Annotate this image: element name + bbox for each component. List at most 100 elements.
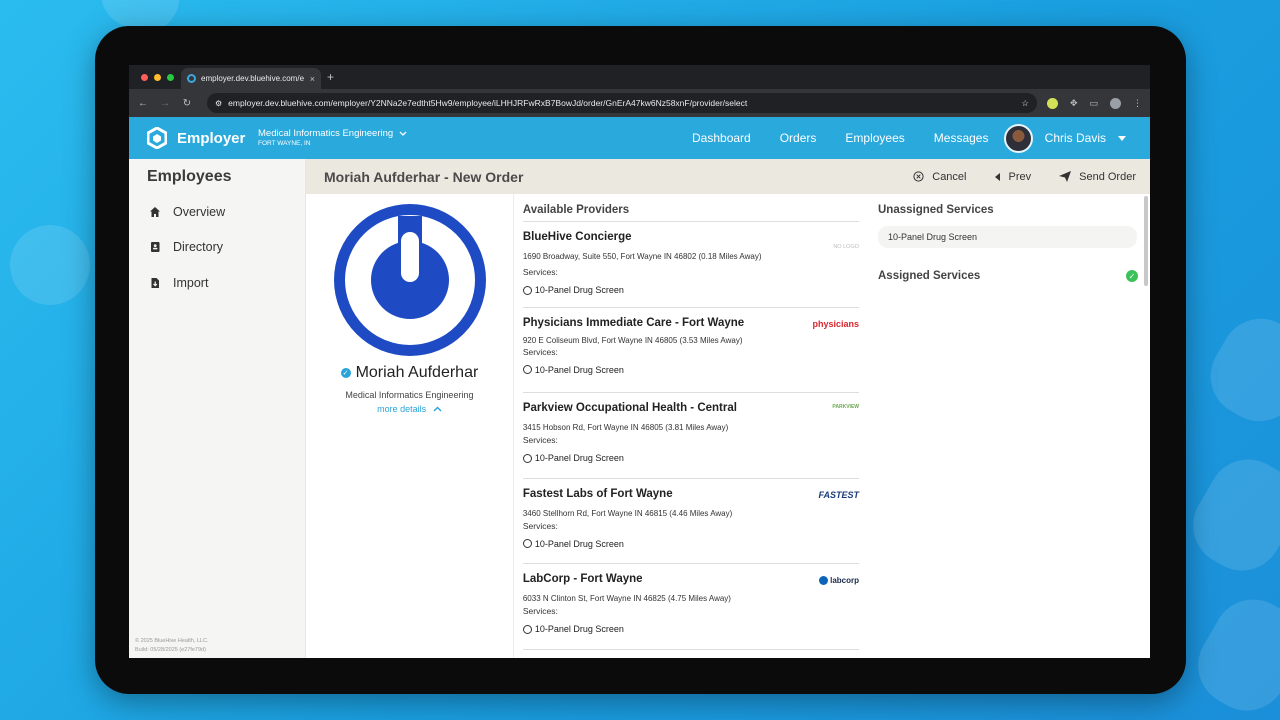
service-name: 10-Panel Drug Screen xyxy=(534,364,624,375)
service-option[interactable]: 10-Panel Drug Screen xyxy=(522,453,859,463)
minimize-window-button[interactable] xyxy=(154,73,161,81)
new-tab-button[interactable]: + xyxy=(327,70,334,84)
radio-button[interactable] xyxy=(522,285,532,295)
sidebar-item-label: Overview xyxy=(173,204,226,219)
assigned-services-header: Assigned Services ✓ xyxy=(878,270,1138,282)
provider-name: Fastest Labs of Fort Wayne xyxy=(522,487,673,500)
radio-button[interactable] xyxy=(522,365,532,374)
radio-button[interactable] xyxy=(522,539,532,548)
service-option[interactable]: 10-Panel Drug Screen xyxy=(522,539,859,549)
bookmark-star-icon[interactable]: ☆ xyxy=(1021,98,1029,109)
tab-bar: employer.dev.bluehive.com/e × + xyxy=(129,65,1150,89)
more-details-label: more details xyxy=(377,404,427,414)
caret-left-icon xyxy=(994,172,1000,181)
services-label: Services: xyxy=(522,346,558,357)
browser-tab[interactable]: employer.dev.bluehive.com/e × xyxy=(181,68,321,89)
cancel-button[interactable]: Cancel xyxy=(913,170,967,183)
app-logo[interactable]: Employer xyxy=(129,127,264,149)
url-field[interactable]: ⚙ employer.dev.bluehive.com/employer/Y2N… xyxy=(207,93,1037,113)
puzzle-icon[interactable]: ✥ xyxy=(1070,98,1078,109)
sidebar-item-label: Import xyxy=(173,275,209,290)
menu-dots-icon[interactable]: ⋮ xyxy=(1133,98,1142,109)
maximize-window-button[interactable] xyxy=(167,73,174,81)
sidebar: Employees Overview Directory Import © 20… xyxy=(129,159,306,658)
employee-profile: ✓ Moriah Aufderhar Medical Informatics E… xyxy=(306,194,514,658)
sidebar-item-overview[interactable]: Overview xyxy=(129,194,305,230)
nav-employees[interactable]: Employees xyxy=(845,131,904,145)
employee-name: Moriah Aufderhar xyxy=(355,364,479,381)
provider-card[interactable]: LabCorp - Fort Wayne 6033 N Clinton St, … xyxy=(522,564,859,650)
chevron-down-icon xyxy=(399,131,407,136)
reload-icon[interactable]: ↻ xyxy=(181,98,193,109)
radio-button[interactable] xyxy=(522,624,532,634)
provider-logo: physicians xyxy=(812,318,859,329)
sidebar-item-directory[interactable]: Directory xyxy=(129,230,305,266)
provider-card[interactable]: Physicians Immediate Care - Fort Wayne 9… xyxy=(522,308,859,393)
provider-card[interactable]: Parkview Occupational Health - Central 3… xyxy=(522,393,859,479)
bluehive-favicon-icon xyxy=(187,74,196,83)
scrollbar[interactable] xyxy=(1144,196,1148,286)
nav-dashboard[interactable]: Dashboard xyxy=(692,131,751,145)
employee-avatar xyxy=(334,204,486,356)
labcorp-dot-icon xyxy=(819,576,829,585)
provider-address: 6033 N Clinton St, Fort Wayne IN 46825 (… xyxy=(522,594,731,603)
nav-messages[interactable]: Messages xyxy=(934,131,989,145)
home-icon xyxy=(150,206,160,217)
bluehive-logo-icon xyxy=(147,127,167,149)
copyright-text: © 2025 BlueHive Health, LLC. xyxy=(135,638,209,644)
nav-orders[interactable]: Orders xyxy=(780,131,817,145)
sidebar-footer: © 2025 BlueHive Health, LLC. Build: 05/2… xyxy=(135,637,208,655)
services-label: Services: xyxy=(522,606,558,616)
org-location: FORT WAYNE, IN xyxy=(258,139,311,147)
main-nav: Dashboard Orders Employees Messages xyxy=(692,117,988,159)
profile-icon[interactable] xyxy=(1110,97,1121,109)
service-name: 10-Panel Drug Screen xyxy=(534,624,624,634)
verified-check-icon: ✓ xyxy=(340,368,351,378)
extension-icon[interactable] xyxy=(1046,97,1058,109)
cancel-circle-icon xyxy=(913,171,924,182)
provider-address: 1690 Broadway, Suite 550, Fort Wayne IN … xyxy=(522,252,762,261)
employee-name-row: ✓ Moriah Aufderhar xyxy=(306,364,513,382)
employee-org: Medical Informatics Engineering xyxy=(345,390,474,400)
assigned-services-title: Assigned Services xyxy=(878,270,981,282)
browser-window: employer.dev.bluehive.com/e × + ← → ↻ ⚙ … xyxy=(129,65,1150,658)
unassigned-service-item[interactable]: 10-Panel Drug Screen xyxy=(878,226,1137,248)
provider-card[interactable]: BlueHive Concierge 1690 Broadway, Suite … xyxy=(522,222,859,308)
service-option[interactable]: 10-Panel Drug Screen xyxy=(522,364,859,375)
cast-icon[interactable]: ▭ xyxy=(1089,98,1098,109)
site-settings-icon[interactable]: ⚙ xyxy=(215,99,222,108)
forward-icon[interactable]: → xyxy=(159,98,171,109)
provider-name: Physicians Immediate Care - Fort Wayne xyxy=(522,316,745,329)
build-text: Build: 05/28/2025 (e27fe79d) xyxy=(135,647,206,653)
file-import-icon xyxy=(151,277,159,288)
cancel-label: Cancel xyxy=(932,170,967,183)
app-header: Employer Medical Informatics Engineering… xyxy=(129,117,1150,159)
service-option[interactable]: 10-Panel Drug Screen xyxy=(522,624,859,634)
prev-button[interactable]: Prev xyxy=(994,171,1031,183)
org-switcher[interactable]: Medical Informatics Engineering FORT WAY… xyxy=(258,129,407,147)
provider-card[interactable]: Fastest Labs of Fort Wayne 3460 Stellhor… xyxy=(522,479,859,564)
main-content: Moriah Aufderhar - New Order Cancel Prev… xyxy=(306,159,1150,658)
service-name: 10-Panel Drug Screen xyxy=(534,453,624,463)
close-window-button[interactable] xyxy=(141,73,148,81)
tab-close-icon[interactable]: × xyxy=(310,74,315,84)
background-hexagon xyxy=(0,210,105,320)
order-panes: ✓ Moriah Aufderhar Medical Informatics E… xyxy=(306,194,1150,658)
sidebar-item-import[interactable]: Import xyxy=(129,265,305,301)
available-providers: Available Providers BlueHive Concierge 1… xyxy=(514,194,867,658)
provider-logo: labcorp xyxy=(819,576,859,585)
background-hexagon xyxy=(1183,584,1280,720)
address-bar-row: ← → ↻ ⚙ employer.dev.bluehive.com/employ… xyxy=(129,89,1150,117)
check-circle-icon: ✓ xyxy=(1126,270,1138,282)
provider-name: Parkview Occupational Health - Central xyxy=(522,402,737,414)
unassigned-services-title: Unassigned Services xyxy=(878,204,994,216)
provider-address: 3460 Stellhorn Rd, Fort Wayne IN 46815 (… xyxy=(522,508,733,518)
send-order-button[interactable]: Send Order xyxy=(1059,171,1136,183)
back-icon[interactable]: ← xyxy=(137,98,149,109)
page-header: Moriah Aufderhar - New Order Cancel Prev… xyxy=(306,159,1150,194)
user-menu[interactable]: Chris Davis xyxy=(1003,117,1126,159)
providers-title: Available Providers xyxy=(522,204,859,222)
more-details-link[interactable]: more details xyxy=(306,404,513,414)
radio-button[interactable] xyxy=(522,453,532,463)
service-option[interactable]: 10-Panel Drug Screen xyxy=(522,285,859,295)
